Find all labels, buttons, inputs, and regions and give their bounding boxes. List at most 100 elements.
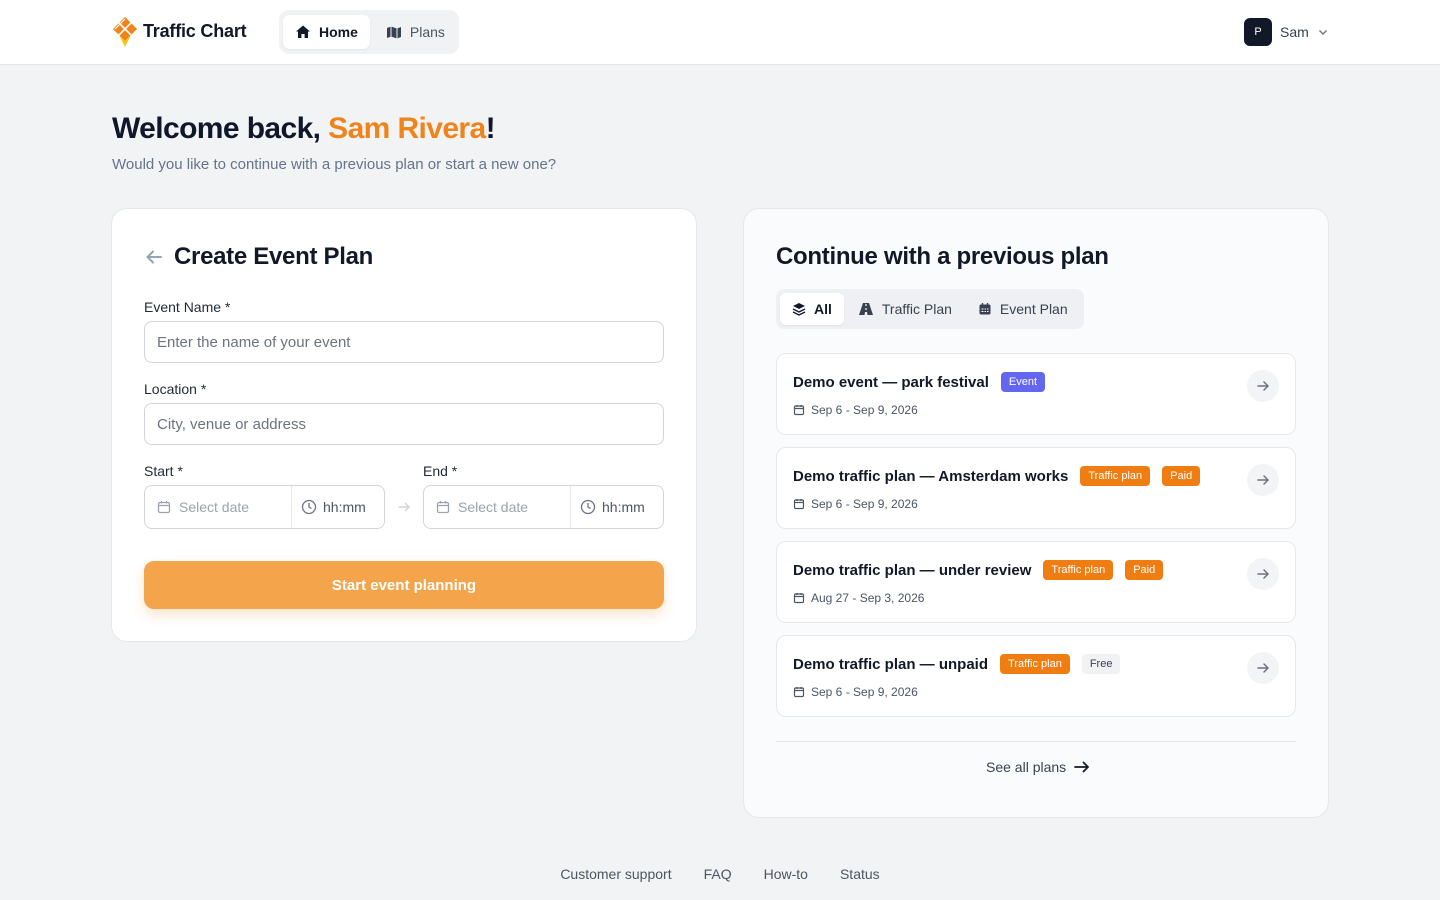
open-plan-button[interactable] — [1247, 464, 1279, 496]
calendar-icon — [793, 499, 805, 510]
previous-plans-card: Continue with a previous plan All Traffi… — [743, 208, 1329, 818]
top-navbar: Traffic Chart Home Plans P Sam — [0, 0, 1440, 65]
arrow-right-icon — [1257, 569, 1270, 579]
road-icon — [858, 303, 873, 315]
start-time-placeholder: hh:mm — [323, 499, 366, 515]
footer-link-status[interactable]: Status — [840, 866, 880, 882]
event-name-input[interactable] — [144, 321, 664, 363]
event-name-label: Event Name * — [144, 299, 231, 315]
welcome-heading: Welcome back, Sam Rivera! — [112, 112, 496, 146]
nav-tab-plans[interactable]: Plans — [374, 15, 457, 49]
calendar-icon — [793, 593, 805, 604]
start-time-picker[interactable]: hh:mm — [292, 486, 384, 528]
start-datetime-picker: Select date hh:mm — [144, 485, 385, 529]
calendar-icon — [793, 405, 805, 416]
plan-item[interactable]: Demo traffic plan — Amsterdam works Traf… — [776, 447, 1296, 529]
filter-tab-traffic-plan[interactable]: Traffic Plan — [846, 293, 964, 325]
footer-link-faq[interactable]: FAQ — [704, 866, 732, 882]
user-full-name: Sam Rivera — [328, 112, 486, 145]
previous-plans-title: Continue with a previous plan — [776, 243, 1109, 270]
welcome-subtitle: Would you like to continue with a previo… — [112, 156, 557, 173]
plan-name: Demo event — park festival — [793, 373, 989, 391]
calendar-icon — [793, 687, 805, 698]
user-menu[interactable]: P Sam — [1244, 18, 1329, 46]
plan-name: Demo traffic plan — unpaid — [793, 655, 989, 673]
plan-dates: Aug 27 - Sep 3, 2026 — [793, 591, 924, 605]
plan-dates: Sep 6 - Sep 9, 2026 — [793, 685, 918, 699]
location-input[interactable] — [144, 403, 664, 445]
end-time-picker[interactable]: hh:mm — [571, 486, 663, 528]
arrow-right-icon — [1257, 381, 1270, 391]
plan-type-badge: Traffic plan — [1043, 560, 1114, 580]
open-plan-button[interactable] — [1247, 370, 1279, 402]
plan-date-range: Sep 6 - Sep 9, 2026 — [811, 685, 918, 699]
end-time-placeholder: hh:mm — [602, 499, 645, 515]
plan-type-badge: Traffic plan — [1080, 466, 1151, 486]
plan-name: Demo traffic plan — under review — [793, 561, 1032, 579]
calendar-icon — [157, 501, 171, 514]
plan-type-badge: Event — [1000, 372, 1046, 392]
filter-tab-label: Traffic Plan — [881, 301, 952, 317]
nav-tab-label: Plans — [409, 24, 445, 40]
welcome-prefix: Welcome back, — [112, 112, 329, 145]
start-label: Start * — [144, 463, 183, 479]
clock-icon — [301, 499, 317, 515]
start-date-placeholder: Select date — [179, 499, 250, 515]
filter-tab-all[interactable]: All — [780, 293, 844, 325]
plan-list: Demo event — park festival Event Sep 6 -… — [776, 353, 1296, 729]
nav-tab-home[interactable]: Home — [283, 15, 370, 49]
filter-tab-label: All — [814, 301, 832, 317]
end-date-placeholder: Select date — [458, 499, 529, 515]
see-all-plans-label: See all plans — [986, 759, 1067, 775]
plan-name: Demo traffic plan — Amsterdam works — [793, 467, 1069, 485]
calendar-icon — [979, 303, 991, 315]
plan-date-range: Sep 6 - Sep 9, 2026 — [811, 497, 918, 511]
layers-icon — [792, 303, 806, 316]
arrow-right-icon — [1074, 761, 1090, 773]
calendar-icon — [436, 501, 450, 514]
end-label: End * — [423, 463, 458, 479]
arrow-right-icon — [1257, 663, 1270, 673]
welcome-suffix: ! — [485, 112, 496, 145]
footer-link-customer-support[interactable]: Customer support — [560, 866, 671, 882]
plan-item[interactable]: Demo traffic plan — under review Traffic… — [776, 541, 1296, 623]
end-datetime-picker: Select date hh:mm — [423, 485, 664, 529]
create-event-plan-title: Create Event Plan — [174, 243, 373, 270]
filter-tab-event-plan[interactable]: Event Plan — [966, 293, 1080, 325]
clock-icon — [580, 499, 596, 515]
payment-status-badge: Paid — [1125, 560, 1164, 580]
traffic-chart-logo-icon — [113, 17, 137, 47]
filter-tab-label: Event Plan — [999, 301, 1068, 317]
start-date-picker[interactable]: Select date — [145, 486, 292, 528]
plan-date-range: Aug 27 - Sep 3, 2026 — [811, 591, 925, 605]
nav-tab-label: Home — [319, 24, 358, 40]
start-event-planning-button[interactable]: Start event planning — [144, 561, 664, 609]
logo[interactable]: Traffic Chart — [111, 15, 247, 47]
plan-item[interactable]: Demo event — park festival Event Sep 6 -… — [776, 353, 1296, 435]
home-icon — [296, 25, 310, 38]
avatar: P — [1244, 18, 1272, 46]
user-name: Sam — [1280, 24, 1309, 40]
footer-links: Customer support FAQ How-to Status — [0, 866, 1440, 882]
create-event-plan-card: Create Event Plan Event Name * Location … — [111, 208, 697, 642]
footer-link-how-to[interactable]: How-to — [764, 866, 808, 882]
plan-type-badge: Traffic plan — [1000, 654, 1070, 674]
map-icon — [386, 26, 401, 39]
plan-dates: Sep 6 - Sep 9, 2026 — [793, 497, 918, 511]
app-name: Traffic Chart — [143, 20, 247, 41]
see-all-plans-link[interactable]: See all plans — [986, 759, 1090, 775]
plan-type-filter: All Traffic Plan Event Plan — [776, 289, 1084, 329]
main-nav: Home Plans — [279, 10, 459, 54]
chevron-down-icon — [1318, 30, 1327, 35]
payment-status-badge: Free — [1081, 654, 1121, 674]
location-label: Location * — [144, 381, 207, 397]
arrow-right-icon — [1257, 475, 1270, 485]
plan-date-range: Sep 6 - Sep 9, 2026 — [811, 403, 918, 417]
open-plan-button[interactable] — [1247, 558, 1279, 590]
plan-item[interactable]: Demo traffic plan — unpaid Traffic plan … — [776, 635, 1296, 717]
divider — [776, 741, 1296, 742]
open-plan-button[interactable] — [1247, 652, 1279, 684]
end-date-picker[interactable]: Select date — [424, 486, 571, 528]
back-arrow-icon[interactable] — [144, 247, 164, 267]
payment-status-badge: Paid — [1162, 466, 1201, 486]
